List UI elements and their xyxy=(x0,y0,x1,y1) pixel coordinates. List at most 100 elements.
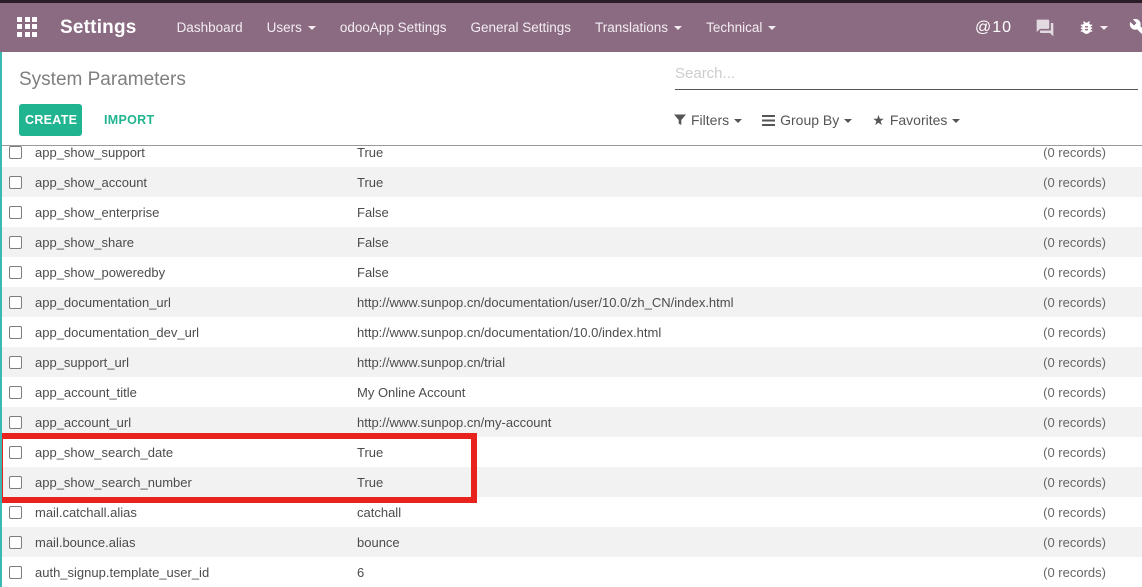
left-edge-accent xyxy=(0,52,2,587)
table-row[interactable]: app_documentation_urlhttp://www.sunpop.c… xyxy=(2,287,1142,317)
checkbox-cell xyxy=(2,326,35,339)
table-row[interactable]: auth_signup.template_user_id6(0 records) xyxy=(2,557,1142,587)
nav-item-label: odooApp Settings xyxy=(340,20,447,35)
favorites-label: Favorites xyxy=(890,112,948,128)
param-value: False xyxy=(357,265,972,280)
row-checkbox[interactable] xyxy=(9,446,22,459)
row-checkbox[interactable] xyxy=(9,476,22,489)
parameters-list: app_show_supportTrue(0 records)app_show_… xyxy=(2,145,1142,587)
search-input[interactable] xyxy=(675,61,1138,90)
chevron-down-icon xyxy=(952,119,960,123)
nav-item-label: Dashboard xyxy=(177,20,243,35)
table-row[interactable]: app_show_shareFalse(0 records) xyxy=(2,227,1142,257)
checkbox-cell xyxy=(2,206,35,219)
create-button[interactable]: CREATE xyxy=(19,104,82,136)
record-count: (0 records) xyxy=(972,535,1142,550)
chevron-down-icon xyxy=(308,26,316,30)
table-row[interactable]: mail.bounce.aliasbounce(0 records) xyxy=(2,527,1142,557)
checkbox-cell xyxy=(2,416,35,429)
group-by-button[interactable]: Group By xyxy=(762,112,852,128)
param-value: catchall xyxy=(357,505,972,520)
row-checkbox[interactable] xyxy=(9,176,22,189)
checkbox-cell xyxy=(2,296,35,309)
nav-item-translations[interactable]: Translations xyxy=(583,3,694,52)
row-checkbox[interactable] xyxy=(9,506,22,519)
param-key: app_documentation_url xyxy=(35,295,357,310)
row-checkbox[interactable] xyxy=(9,266,22,279)
param-key: mail.catchall.alias xyxy=(35,505,357,520)
checkbox-cell xyxy=(2,386,35,399)
param-key: app_documentation_dev_url xyxy=(35,325,357,340)
checkbox-cell xyxy=(2,566,35,579)
record-count: (0 records) xyxy=(972,145,1142,160)
import-button[interactable]: IMPORT xyxy=(96,104,162,136)
param-value: False xyxy=(357,235,972,250)
app-title[interactable]: Settings xyxy=(60,17,137,39)
param-key: app_show_account xyxy=(35,175,357,190)
param-key: app_show_enterprise xyxy=(35,205,357,220)
record-count: (0 records) xyxy=(972,175,1142,190)
param-value: True xyxy=(357,445,972,460)
nav-item-label: General Settings xyxy=(470,20,571,35)
record-count: (0 records) xyxy=(972,295,1142,310)
group-by-icon xyxy=(762,115,775,126)
row-checkbox[interactable] xyxy=(9,326,22,339)
row-checkbox[interactable] xyxy=(9,296,22,309)
param-value: http://www.sunpop.cn/documentation/user/… xyxy=(357,295,972,310)
nav-item-users[interactable]: Users xyxy=(255,3,328,52)
filters-button[interactable]: Filters xyxy=(674,112,742,128)
param-value: True xyxy=(357,175,972,190)
row-checkbox[interactable] xyxy=(9,206,22,219)
table-row[interactable]: app_show_search_dateTrue(0 records) xyxy=(2,437,1142,467)
nav-item-technical[interactable]: Technical xyxy=(694,3,788,52)
chat-icon[interactable] xyxy=(1033,18,1057,38)
favorites-button[interactable]: ★ Favorites xyxy=(872,112,960,128)
row-checkbox[interactable] xyxy=(9,386,22,399)
chevron-down-icon xyxy=(1100,26,1108,30)
table-row[interactable]: app_support_urlhttp://www.sunpop.cn/tria… xyxy=(2,347,1142,377)
row-checkbox[interactable] xyxy=(9,236,22,249)
nav-item-dashboard[interactable]: Dashboard xyxy=(165,3,255,52)
param-key: app_show_support xyxy=(35,145,357,160)
table-row[interactable]: app_show_search_numberTrue(0 records) xyxy=(2,467,1142,497)
star-icon: ★ xyxy=(872,113,885,127)
table-row[interactable]: app_show_accountTrue(0 records) xyxy=(2,167,1142,197)
table-row[interactable]: app_account_titleMy Online Account(0 rec… xyxy=(2,377,1142,407)
mentions-counter[interactable]: @10 xyxy=(975,19,1012,37)
param-key: auth_signup.template_user_id xyxy=(35,565,357,580)
tools-icon[interactable] xyxy=(1129,18,1142,38)
param-value: http://www.sunpop.cn/documentation/10.0/… xyxy=(357,325,972,340)
search-box xyxy=(675,61,1138,90)
checkbox-cell xyxy=(2,266,35,279)
checkbox-cell xyxy=(2,356,35,369)
param-value: True xyxy=(357,145,972,160)
table-row[interactable]: app_documentation_dev_urlhttp://www.sunp… xyxy=(2,317,1142,347)
param-key: app_show_poweredby xyxy=(35,265,357,280)
table-row[interactable]: mail.catchall.aliascatchall(0 records) xyxy=(2,497,1142,527)
row-checkbox[interactable] xyxy=(9,356,22,369)
nav-item-odooapp-settings[interactable]: odooApp Settings xyxy=(328,3,459,52)
nav-item-label: Users xyxy=(267,20,302,35)
chevron-down-icon xyxy=(674,26,682,30)
navbar-right: @10 xyxy=(975,18,1142,38)
table-row[interactable]: app_show_enterpriseFalse(0 records) xyxy=(2,197,1142,227)
param-key: app_support_url xyxy=(35,355,357,370)
row-checkbox[interactable] xyxy=(9,416,22,429)
param-key: app_show_search_number xyxy=(35,475,357,490)
row-checkbox[interactable] xyxy=(9,536,22,549)
record-count: (0 records) xyxy=(972,385,1142,400)
record-count: (0 records) xyxy=(972,475,1142,490)
table-row[interactable]: app_account_urlhttp://www.sunpop.cn/my-a… xyxy=(2,407,1142,437)
table-row[interactable]: app_show_poweredbyFalse(0 records) xyxy=(2,257,1142,287)
bug-icon[interactable] xyxy=(1078,19,1108,36)
row-checkbox[interactable] xyxy=(9,146,22,159)
param-key: app_show_search_date xyxy=(35,445,357,460)
filter-bar: Filters Group By ★ Favorites xyxy=(674,112,960,128)
checkbox-cell xyxy=(2,446,35,459)
nav-item-general-settings[interactable]: General Settings xyxy=(458,3,583,52)
table-row[interactable]: app_show_supportTrue(0 records) xyxy=(2,145,1142,167)
row-checkbox[interactable] xyxy=(9,566,22,579)
param-value: 6 xyxy=(357,565,972,580)
param-value: False xyxy=(357,205,972,220)
apps-grid-icon[interactable] xyxy=(17,17,39,39)
